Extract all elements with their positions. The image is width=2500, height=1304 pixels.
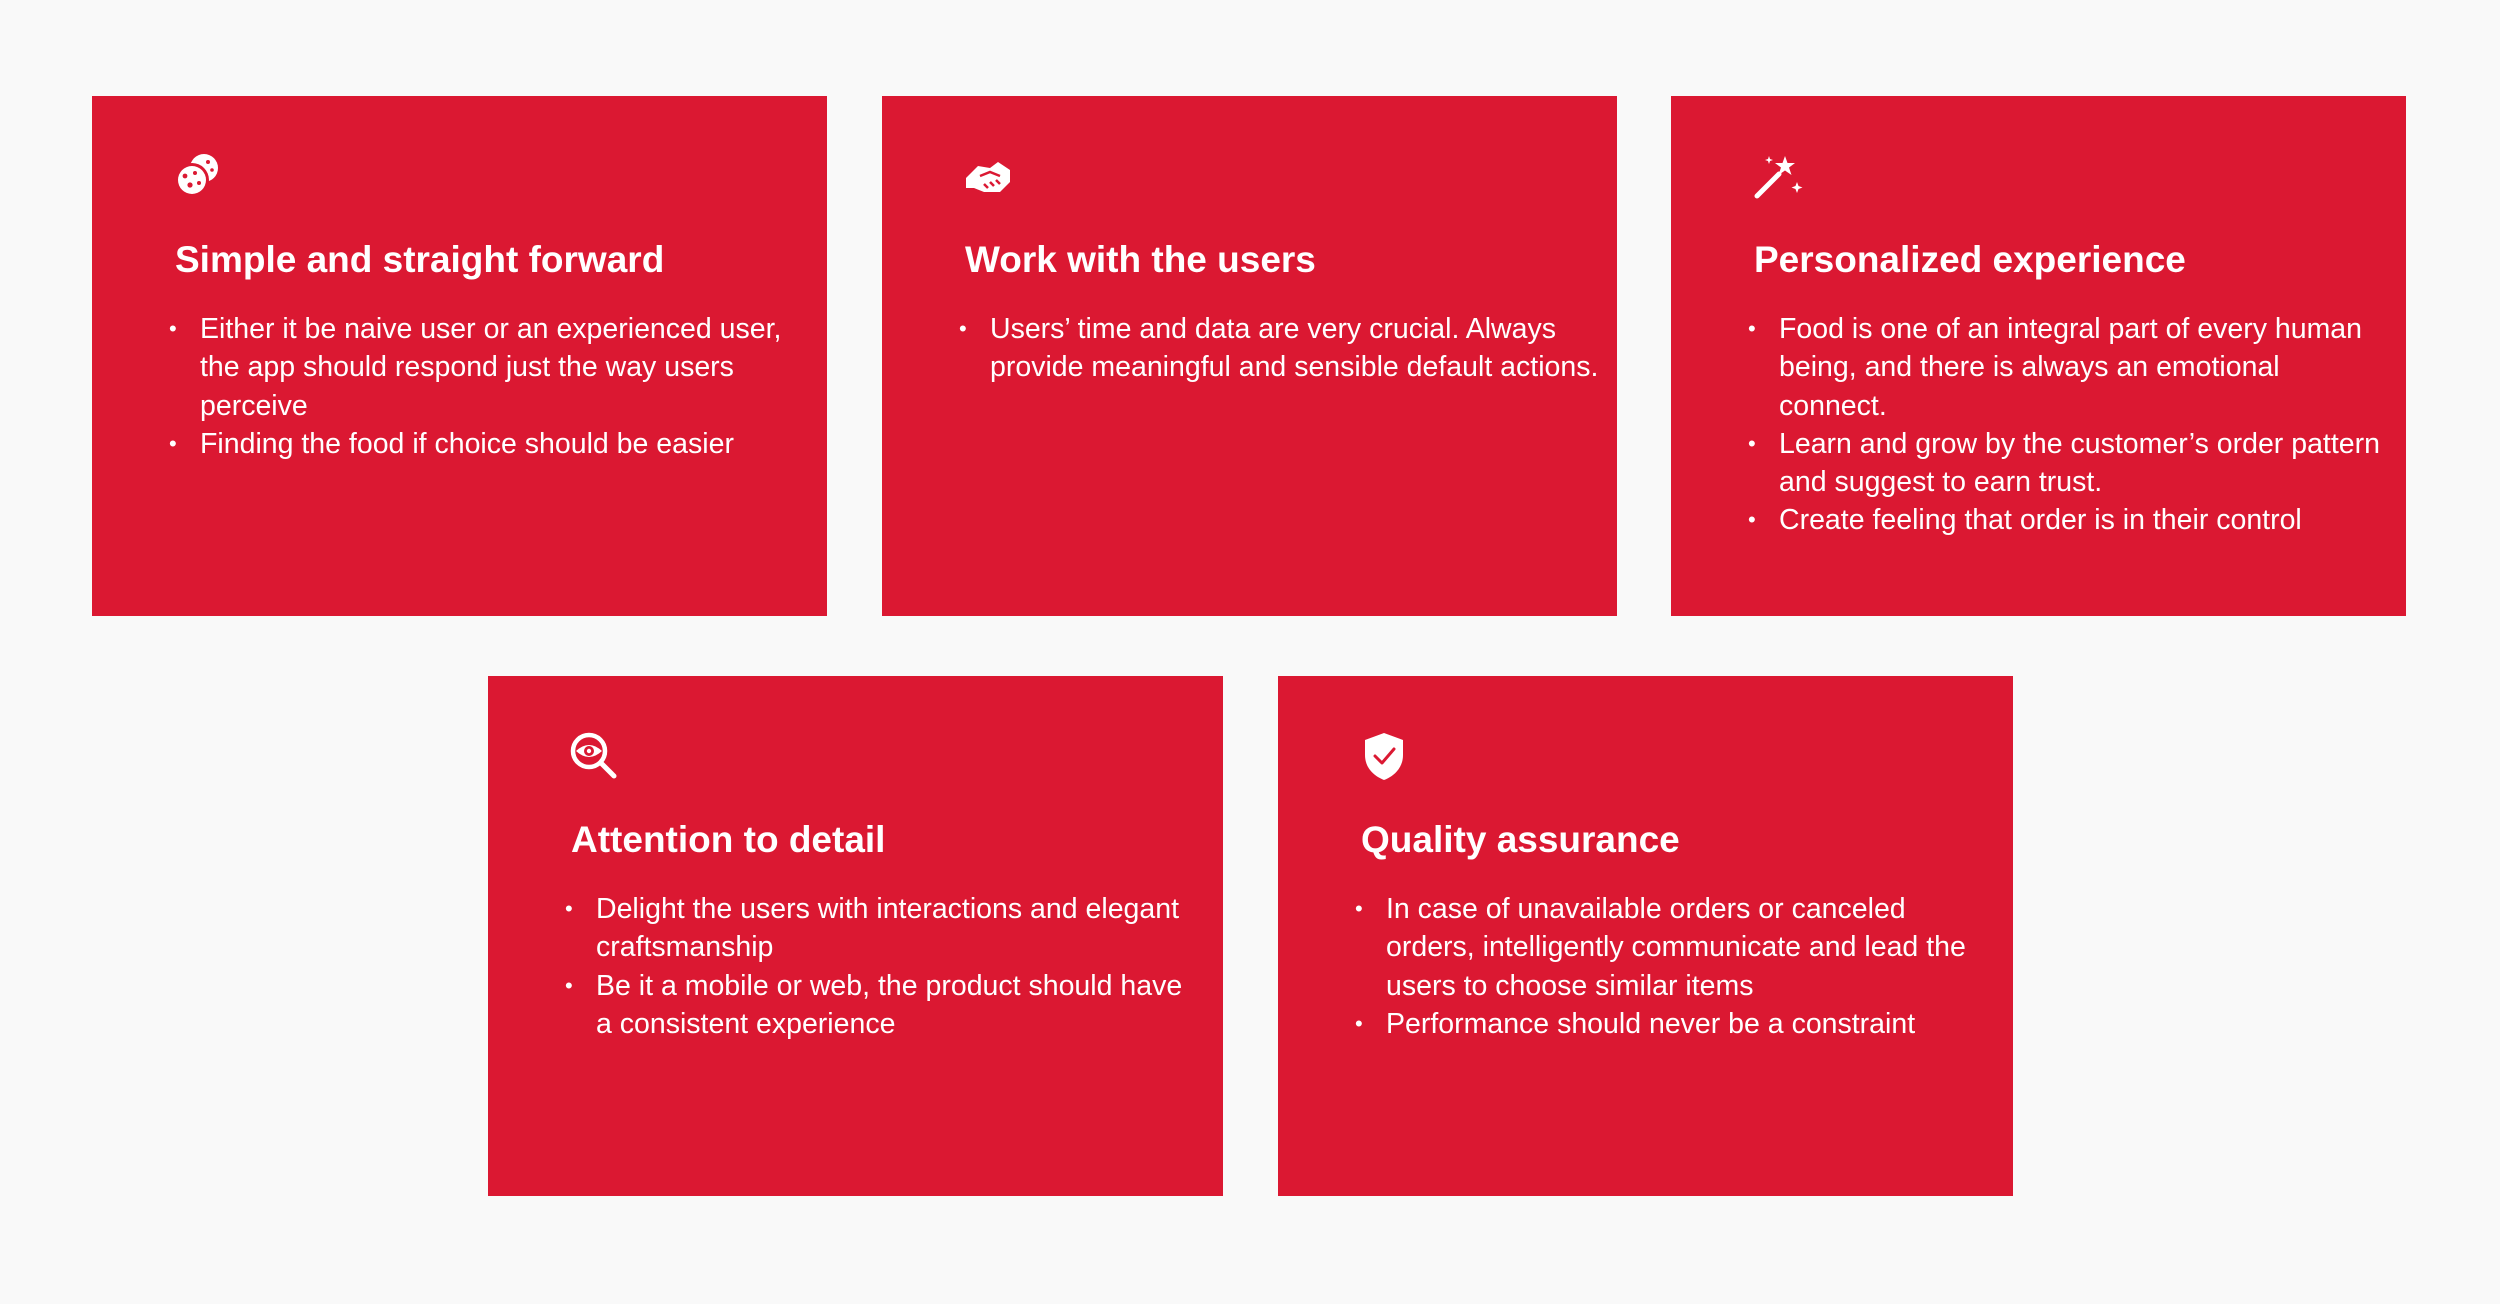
card-title: Personalized experience: [1754, 239, 2186, 280]
handshake-icon: [960, 148, 1016, 204]
card-bullet-list: In case of unavailable orders or cancele…: [1355, 890, 1995, 1043]
card-title: Work with the users: [965, 239, 1316, 280]
card-bullet-list: Delight the users with interactions and …: [565, 890, 1205, 1043]
card-bullet-list: Food is one of an integral part of every…: [1748, 310, 2388, 540]
list-item: Either it be naive user or an experience…: [169, 310, 809, 425]
list-item: In case of unavailable orders or cancele…: [1355, 890, 1995, 1005]
eye-magnifier-icon: [566, 728, 622, 784]
principle-card-personalized: Personalized experience Food is one of a…: [1671, 96, 2406, 616]
list-item: Learn and grow by the customer’s order p…: [1748, 425, 2388, 502]
card-bullet-list: Either it be naive user or an experience…: [169, 310, 809, 463]
list-item: Food is one of an integral part of every…: [1748, 310, 2388, 425]
card-title: Attention to detail: [571, 819, 886, 860]
list-item: Create feeling that order is in their co…: [1748, 501, 2388, 540]
list-item: Be it a mobile or web, the product shoul…: [565, 967, 1205, 1044]
principle-card-users: Work with the users Users’ time and data…: [882, 96, 1617, 616]
card-title: Simple and straight forward: [175, 239, 665, 280]
list-item: Users’ time and data are very crucial. A…: [959, 310, 1599, 387]
list-item: Delight the users with interactions and …: [565, 890, 1205, 967]
list-item: Finding the food if choice should be eas…: [169, 425, 809, 464]
card-title: Quality assurance: [1361, 819, 1680, 860]
shield-check-icon: [1356, 728, 1412, 784]
list-item: Performance should never be a constraint: [1355, 1005, 1995, 1044]
principle-card-attention: Attention to detail Delight the users wi…: [488, 676, 1223, 1196]
principle-card-quality: Quality assurance In case of unavailable…: [1278, 676, 2013, 1196]
card-bullet-list: Users’ time and data are very crucial. A…: [959, 310, 1599, 387]
magic-wand-icon: [1749, 148, 1805, 204]
cookie-icon: [170, 148, 226, 204]
principle-card-simple: Simple and straight forward Either it be…: [92, 96, 827, 616]
